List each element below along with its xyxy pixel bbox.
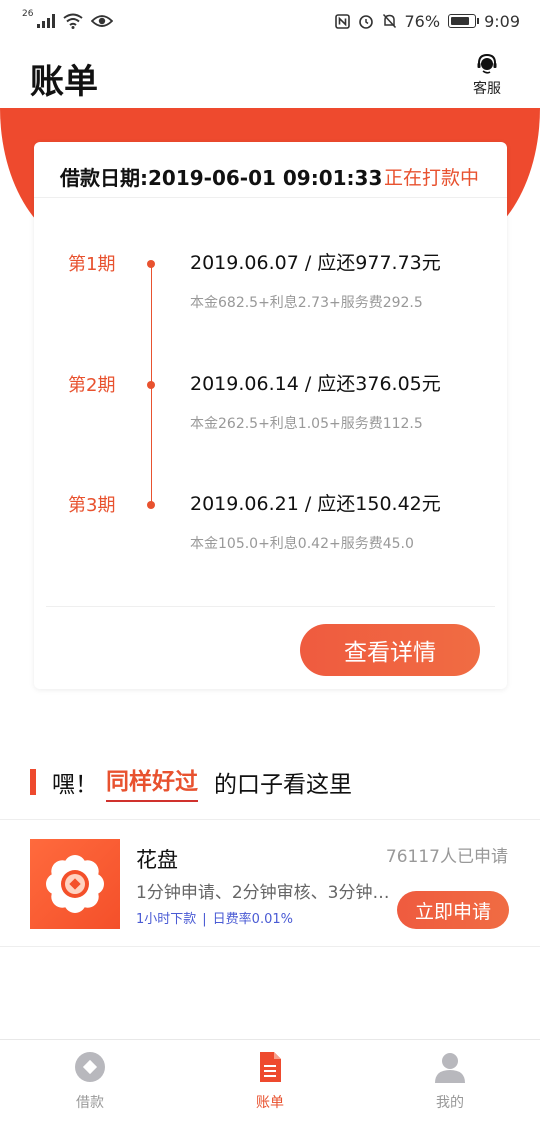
period-detail: 本金262.5+利息1.05+服务费112.5: [190, 416, 423, 432]
app-header: 账单 客服: [0, 42, 540, 108]
bill-icon: [260, 1052, 281, 1082]
timeline-dot: [147, 381, 155, 389]
product-name: 花盘: [136, 848, 178, 872]
alarm-icon: [358, 15, 373, 29]
timeline-dot: [147, 260, 155, 268]
flower-coin-icon: [46, 855, 104, 913]
period-label: 第2期: [68, 375, 116, 396]
product-logo: [30, 839, 120, 929]
timeline-dot: [147, 501, 155, 509]
bill-card-header: 借款日期:2019-06-01 09:01:33 正在打款中: [34, 142, 507, 198]
product-card[interactable]: 花盘 76117人已申请 1分钟申请、2分钟审核、3分钟到账 1小时下款 | 日费率…: [0, 819, 540, 947]
bill-card: 借款日期:2019-06-01 09:01:33 正在打款中 第1期 2019.…: [34, 142, 507, 689]
eye-icon: [91, 15, 114, 27]
card-divider: [46, 606, 495, 607]
promo-text-1: 嘿！: [52, 772, 98, 798]
period-detail: 本金682.5+利息2.73+服务费292.5: [190, 295, 423, 311]
period-amount: 2019.06.07 / 应还977.73元: [190, 252, 441, 274]
status-bar: 26 76% 9:09: [0, 0, 540, 42]
product-description: 1分钟申请、2分钟审核、3分钟到账: [136, 883, 398, 903]
promo-accent-bar: [30, 769, 36, 795]
bottom-navigation: 借款 账单 我的: [0, 1039, 540, 1122]
loan-icon: [75, 1052, 105, 1082]
nav-label-loan: 借款: [76, 1095, 104, 1111]
view-details-button[interactable]: 查看详情: [300, 624, 480, 676]
nfc-icon: [334, 13, 350, 29]
nav-label-profile: 我的: [436, 1095, 464, 1111]
clock: 9:09: [484, 11, 520, 31]
battery-percent: 76%: [404, 11, 441, 31]
network-type: 26: [22, 9, 34, 19]
tag-daily-rate: 日费率0.01%: [212, 912, 293, 927]
period-item: 第3期 2019.06.21 / 应还150.42元 本金105.0+利息0.4…: [34, 489, 507, 569]
tag-separator: |: [202, 912, 207, 927]
loan-date: 借款日期:2019-06-01 09:01:33: [60, 166, 383, 190]
customer-service-label: 客服: [473, 81, 501, 97]
wifi-icon: [63, 13, 84, 29]
nav-item-loan[interactable]: 借款: [0, 1040, 180, 1122]
customer-service-button[interactable]: 客服: [470, 52, 504, 98]
promo-heading: 嘿！ 同样好过 的口子看这里: [30, 762, 352, 802]
promo-text-2: 的口子看这里: [214, 772, 352, 798]
signal-icon: [37, 14, 56, 28]
page-title: 账单: [30, 62, 98, 102]
period-amount: 2019.06.14 / 应还376.05元: [190, 373, 441, 395]
nav-label-bill: 账单: [256, 1095, 284, 1111]
period-amount: 2019.06.21 / 应还150.42元: [190, 493, 441, 515]
period-item: 第2期 2019.06.14 / 应还376.05元 本金262.5+利息1.0…: [34, 369, 507, 449]
nav-item-profile[interactable]: 我的: [360, 1040, 540, 1122]
apply-now-button[interactable]: 立即申请: [397, 891, 509, 929]
period-item: 第1期 2019.06.07 / 应还977.73元 本金682.5+利息2.7…: [34, 248, 507, 328]
period-detail: 本金105.0+利息0.42+服务费45.0: [190, 536, 414, 552]
status-left: 26: [22, 9, 114, 29]
nav-item-bill[interactable]: 账单: [180, 1040, 360, 1122]
headset-icon: [477, 53, 497, 74]
period-label: 第3期: [68, 495, 116, 516]
loan-status: 正在打款中: [383, 167, 479, 189]
promo-text-highlight: 同样好过: [106, 762, 198, 802]
applicant-count: 76117人已申请: [385, 847, 508, 867]
tag-disbursement: 1小时下款: [136, 912, 197, 927]
profile-icon: [435, 1053, 465, 1083]
mute-bell-icon: [382, 13, 396, 29]
period-label: 第1期: [68, 254, 116, 275]
battery-icon: [448, 14, 480, 28]
product-tags: 1小时下款 | 日费率0.01%: [136, 908, 293, 927]
status-right: 76% 9:09: [334, 11, 520, 31]
